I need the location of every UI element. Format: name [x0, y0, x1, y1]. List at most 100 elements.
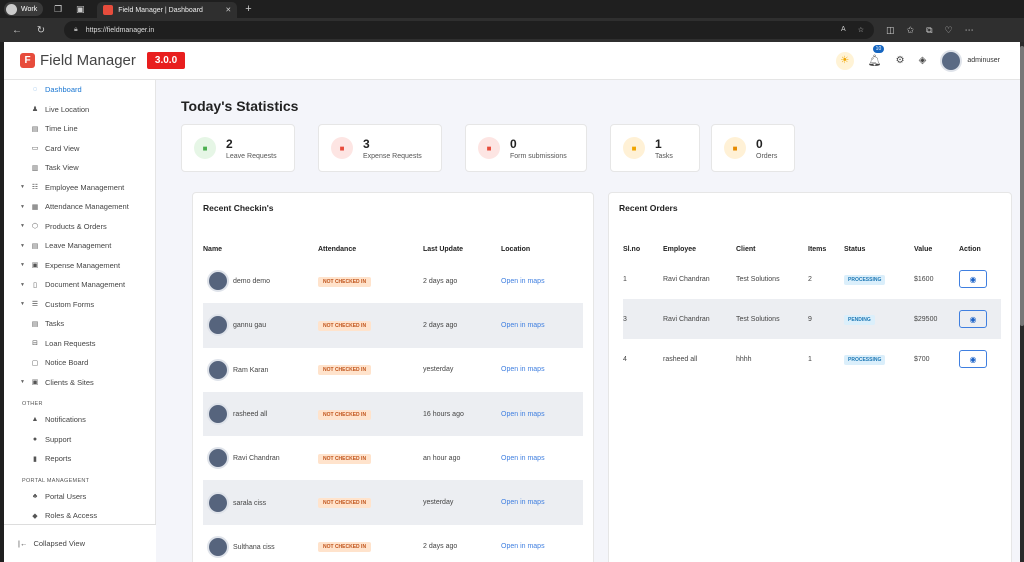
- last-update: 2 days ago: [423, 277, 458, 285]
- stat-card[interactable]: ■ 2 Leave Requests: [181, 124, 295, 172]
- more-icon[interactable]: ⋯: [965, 25, 974, 36]
- page-scrollbar[interactable]: [1020, 42, 1024, 562]
- stat-label: Leave Requests: [226, 152, 277, 160]
- view-order-button[interactable]: ◉: [959, 270, 987, 288]
- lock-icon: 🔒︎: [74, 26, 78, 33]
- status-badge: NOT CHECKED IN: [318, 320, 372, 331]
- sidebar-item-live-location[interactable]: ♟ Live Location: [4, 100, 155, 120]
- stat-card[interactable]: ■ 0 Orders: [711, 124, 795, 172]
- sidebar-item-clients-sites[interactable]: ▼ ▣ Clients & Sites: [4, 373, 155, 393]
- order-employee: rasheed all: [663, 355, 698, 363]
- sidebar-item-attendance-management[interactable]: ▼ ▦ Attendance Management: [4, 197, 155, 217]
- table-row: 3 Ravi Chandran Test Solutions 9 PENDING…: [623, 299, 1001, 339]
- employee-name: Sulthana ciss: [233, 543, 275, 551]
- collapsed-view-button[interactable]: |← Collapsed View: [4, 524, 156, 562]
- sidebar-item-card-view[interactable]: ▭ Card View: [4, 139, 155, 159]
- user-menu[interactable]: adminuser: [940, 49, 1000, 72]
- order-client: Test Solutions: [736, 275, 780, 283]
- eye-icon: ◉: [969, 274, 977, 284]
- reload-icon[interactable]: ↻: [34, 25, 48, 36]
- column-header: Name: [203, 245, 223, 253]
- card-icon: ▭: [31, 145, 39, 153]
- sidebar-item-dashboard[interactable]: ◌ Dashboard: [4, 80, 155, 100]
- view-order-button[interactable]: ◉: [959, 350, 987, 368]
- status-badge: NOT CHECKED IN: [318, 453, 372, 464]
- last-update: yesterday: [423, 366, 454, 374]
- read-aloud-icon[interactable]: A: [841, 26, 846, 34]
- workspaces-icon[interactable]: ❐: [51, 2, 65, 16]
- sidebar-item-roles-access[interactable]: ◆ Roles & Access: [4, 506, 155, 526]
- url-field[interactable]: 🔒︎ https://fieldmanager.in A ☆: [64, 21, 874, 39]
- sidebar-item-notifications[interactable]: ▲ Notifications: [4, 410, 155, 430]
- open-in-maps-link[interactable]: Open in maps: [501, 455, 545, 462]
- collections-icon[interactable]: ⧉: [926, 25, 932, 36]
- sidebar-item-label: Time Line: [45, 124, 78, 134]
- sidebar-item-expense-management[interactable]: ▼ ▣ Expense Management: [4, 256, 155, 276]
- heart-icon[interactable]: ♡: [945, 25, 953, 36]
- order-items: 2: [808, 275, 812, 283]
- settings-gear-icon[interactable]: ⚙: [896, 55, 905, 66]
- eye-icon: ◉: [969, 354, 977, 364]
- theme-toggle-icon[interactable]: ☀: [835, 51, 854, 70]
- sidebar-item-label: Support: [45, 434, 72, 444]
- top-navbar: F Field Manager 3.0.0 ☀ 🔔︎ 10 ⚙ ◈ adminuser: [4, 42, 1020, 80]
- order-slno: 4: [623, 355, 627, 363]
- open-in-maps-link[interactable]: Open in maps: [501, 322, 545, 329]
- tab-actions-icon[interactable]: ▣: [73, 2, 87, 16]
- avatar: [207, 403, 229, 426]
- logo[interactable]: F Field Manager 3.0.0: [20, 52, 186, 69]
- sidebar-item-portal-users[interactable]: ♣ Portal Users: [4, 487, 155, 507]
- profile-button[interactable]: Work: [4, 2, 44, 16]
- box-icon: ⬡: [31, 223, 39, 231]
- sidebar-item-document-management[interactable]: ▼ ▯ Document Management: [4, 275, 155, 295]
- stat-icon: ■: [623, 137, 645, 159]
- open-in-maps-link[interactable]: Open in maps: [501, 278, 545, 285]
- open-in-maps-link[interactable]: Open in maps: [501, 411, 545, 418]
- browser-tab[interactable]: Field Manager | Dashboard ✕: [97, 2, 238, 18]
- split-screen-icon[interactable]: ◫: [886, 25, 895, 36]
- stat-card[interactable]: ■ 1 Tasks: [610, 124, 700, 172]
- sidebar-item-loan-requests[interactable]: ⊟ Loan Requests: [4, 334, 155, 354]
- collapse-icon: |←: [18, 539, 28, 548]
- task-view-icon: ▥: [31, 164, 39, 172]
- favorite-star-icon[interactable]: ☆: [858, 26, 864, 34]
- sidebar-item-notice-board[interactable]: ▢ Notice Board: [4, 353, 155, 373]
- notification-bell-icon[interactable]: 🔔︎ 10: [868, 45, 885, 67]
- employee-name: sarala ciss: [233, 499, 267, 507]
- avatar: [207, 314, 229, 337]
- order-client: Test Solutions: [736, 315, 780, 323]
- stat-label: Expense Requests: [363, 152, 422, 160]
- sidebar-item-support[interactable]: ● Support: [4, 430, 155, 450]
- sidebar-item-employee-management[interactable]: ▼ ☷ Employee Management: [4, 178, 155, 198]
- open-in-maps-link[interactable]: Open in maps: [501, 366, 545, 373]
- sidebar-item-time-line[interactable]: ▤ Time Line: [4, 119, 155, 139]
- sidebar-item-reports[interactable]: ▮ Reports: [4, 449, 155, 469]
- order-client: hhhh: [736, 355, 752, 363]
- chevron-down-icon: ▼: [20, 301, 25, 308]
- last-update: 2 days ago: [423, 321, 458, 329]
- sidebar-item-label: Products & Orders: [45, 221, 107, 231]
- back-icon[interactable]: ←: [10, 25, 24, 36]
- stat-value: 3: [363, 136, 370, 151]
- scrollbar-thumb[interactable]: [1020, 46, 1024, 326]
- sidebar-item-label: Task View: [45, 163, 79, 173]
- sidebar: ◌ Dashboard ♟ Live Location ▤ Time Line ▭ Card …: [4, 80, 156, 562]
- layers-icon[interactable]: ◈: [919, 55, 927, 66]
- sidebar-item-label: Reports: [45, 454, 72, 464]
- stat-card[interactable]: ■ 3 Expense Requests: [318, 124, 442, 172]
- new-tab-icon[interactable]: +: [245, 3, 251, 15]
- view-order-button[interactable]: ◉: [959, 310, 987, 328]
- sidebar-item-tasks[interactable]: ▤ Tasks: [4, 314, 155, 334]
- open-in-maps-link[interactable]: Open in maps: [501, 499, 545, 506]
- open-in-maps-link[interactable]: Open in maps: [501, 543, 545, 550]
- stat-card[interactable]: ■ 0 Form submissions: [465, 124, 587, 172]
- users-icon: ♣: [32, 492, 38, 500]
- order-items: 1: [808, 355, 812, 363]
- sidebar-item-products-orders[interactable]: ▼ ⬡ Products & Orders: [4, 217, 155, 237]
- sidebar-item-task-view[interactable]: ▥ Task View: [4, 158, 155, 178]
- favorites-icon[interactable]: ✩: [907, 25, 915, 36]
- sidebar-item-leave-management[interactable]: ▼ ▤ Leave Management: [4, 236, 155, 256]
- close-tab-icon[interactable]: ✕: [225, 6, 231, 14]
- sidebar-item-custom-forms[interactable]: ▼ ☰ Custom Forms: [4, 295, 155, 315]
- employee-name: gannu gau: [233, 322, 267, 330]
